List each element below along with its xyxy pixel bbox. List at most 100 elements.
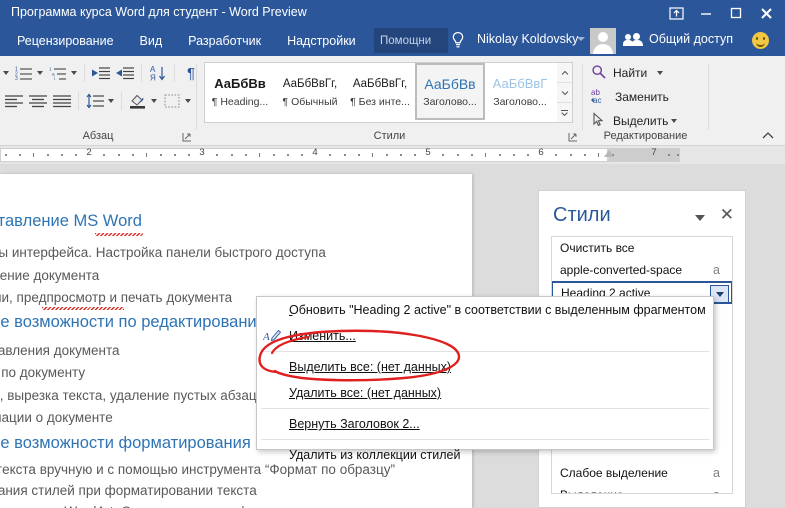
- numbering-caret-icon[interactable]: [37, 71, 43, 75]
- ruler-number: 3: [199, 147, 205, 158]
- justify-button[interactable]: [50, 90, 74, 112]
- gallery-more-icon[interactable]: [557, 103, 572, 122]
- tell-me-placeholder: Помощни: [380, 34, 432, 47]
- align-center-button[interactable]: [26, 90, 50, 112]
- select-label: Выделить: [613, 114, 669, 128]
- decrease-indent-button[interactable]: [89, 62, 113, 84]
- find-caret-icon[interactable]: [657, 71, 664, 75]
- replace-button[interactable]: ab ac Заменить: [591, 86, 669, 108]
- ruler-number: 4: [312, 147, 318, 158]
- search-icon: [591, 64, 607, 83]
- style-list-item-label: apple-converted-space: [560, 263, 683, 277]
- collapse-ribbon-icon[interactable]: [761, 129, 775, 143]
- minimize-icon[interactable]: [691, 0, 721, 26]
- menu-item-remove-from-gallery[interactable]: Удалить из коллекции стилей: [257, 442, 713, 468]
- edit-style-icon: A: [262, 327, 283, 345]
- styles-dialog-launcher-icon[interactable]: [568, 131, 578, 142]
- document-line: ...зования стилей при форматировании тек…: [0, 483, 257, 498]
- document-heading: ...вые возможности форматирования: [0, 434, 251, 452]
- replace-label: Заменить: [615, 90, 669, 104]
- find-label: Найти: [613, 66, 648, 80]
- menu-item-revert-heading[interactable]: Вернуть Заголовок 2...: [257, 411, 713, 437]
- window-controls: [661, 0, 781, 26]
- share-button[interactable]: Общий доступ: [623, 32, 733, 46]
- sort-button[interactable]: A Я: [146, 62, 170, 84]
- style-gallery-item[interactable]: АаБбВвГг, ¶ Обычный: [275, 63, 345, 120]
- tab-addins[interactable]: Надстройки: [274, 26, 369, 56]
- menu-item-select-all[interactable]: Выделить все: (нет данных): [257, 354, 713, 380]
- svg-text:3: 3: [15, 76, 18, 81]
- title-bar: Программа курса Word для студент - Word …: [0, 0, 785, 26]
- menu-separator: [261, 408, 709, 409]
- menu-item-label: Удалить все: (нет данных): [289, 386, 442, 400]
- svg-text:i: i: [54, 76, 55, 81]
- word-application-window: Программа курса Word для студент - Word …: [0, 0, 785, 508]
- menu-item-clear-all[interactable]: Удалить все: (нет данных): [257, 380, 713, 406]
- style-list-item-mark: a: [713, 263, 720, 277]
- numbering-button[interactable]: 1 2 3: [12, 62, 36, 84]
- style-gallery-item-selected[interactable]: АаБбВв Заголово...: [415, 63, 485, 120]
- style-list-item[interactable]: apple-converted-space a: [552, 259, 732, 281]
- select-cursor-icon: [591, 111, 607, 131]
- user-name-label[interactable]: Nikolay Koldovsky: [477, 32, 578, 46]
- svg-text:ac: ac: [593, 96, 601, 104]
- ribbon: 1 2 3 1 a i A Я ¶ Абзац АаБбВв ¶ Heading…: [0, 56, 785, 146]
- style-gallery-item[interactable]: АаБбВвГ Заголово...: [485, 63, 555, 120]
- menu-separator: [261, 351, 709, 352]
- ribbon-display-options-icon[interactable]: [661, 0, 691, 26]
- shading-caret-icon[interactable]: [151, 99, 157, 103]
- ribbon-group-paragraph: 1 2 3 1 a i A Я ¶ Абзац: [0, 56, 196, 145]
- align-left-button[interactable]: [2, 90, 26, 112]
- style-list-item-mark: a: [713, 466, 720, 480]
- tab-view[interactable]: Вид: [127, 26, 176, 56]
- line-spacing-caret-icon[interactable]: [108, 99, 114, 103]
- menu-item-update-style[interactable]: Обновить "Heading 2 active" в соответств…: [257, 297, 713, 323]
- window-title: Программа курса Word для студент - Word …: [11, 5, 307, 19]
- borders-button[interactable]: [160, 90, 184, 112]
- chevron-down-icon: [715, 291, 724, 297]
- style-list-item[interactable]: Выделение a: [552, 484, 732, 493]
- avatar[interactable]: [590, 28, 616, 54]
- lightbulb-icon: [450, 31, 466, 50]
- right-indent-marker[interactable]: [604, 150, 614, 157]
- ruler-number: 6: [538, 147, 544, 158]
- shading-button[interactable]: [126, 90, 150, 112]
- find-button[interactable]: Найти: [591, 62, 666, 84]
- feedback-smiley-icon[interactable]: [752, 32, 769, 49]
- paragraph-dialog-launcher-icon[interactable]: [182, 131, 192, 142]
- style-list-item[interactable]: Очистить все: [552, 237, 732, 259]
- menu-item-modify-style[interactable]: A Изменить...: [257, 323, 713, 349]
- styles-pane-title: Стили: [553, 204, 611, 226]
- gallery-scroll-up-icon[interactable]: [557, 63, 572, 83]
- multilevel-list-button[interactable]: 1 a i: [46, 62, 70, 84]
- style-gallery-item[interactable]: АаБбВв ¶ Heading...: [205, 63, 275, 120]
- tell-me-search-box[interactable]: Помощни: [374, 28, 448, 53]
- document-heading: ...дставление MS Word: [0, 212, 142, 230]
- styles-pane-close-icon[interactable]: ✕: [720, 206, 734, 223]
- horizontal-ruler[interactable]: 2 3 4 5 6 7: [0, 146, 785, 164]
- styles-pane-options-caret-icon[interactable]: [695, 215, 705, 221]
- ribbon-tabs: Рецензирование Вид Разработчик Надстройк…: [4, 26, 369, 56]
- tab-review[interactable]: Рецензирование: [4, 26, 127, 56]
- select-button[interactable]: Выделить: [591, 110, 680, 132]
- borders-caret-icon[interactable]: [185, 99, 191, 103]
- multilevel-caret-icon[interactable]: [71, 71, 77, 75]
- ruler-number: 7: [651, 147, 657, 158]
- ribbon-group-label-editing: Редактирование: [603, 130, 688, 142]
- line-spacing-button[interactable]: [83, 90, 107, 112]
- styles-gallery-scroll[interactable]: [557, 62, 573, 123]
- bullets-caret-icon[interactable]: [3, 71, 9, 75]
- style-gallery-item[interactable]: АаБбВвГг, ¶ Без инте...: [345, 63, 415, 120]
- ruler-number: 5: [425, 147, 431, 158]
- style-list-item-mark: a: [713, 488, 720, 493]
- gallery-scroll-down-icon[interactable]: [557, 83, 572, 103]
- menu-separator: [261, 439, 709, 440]
- select-caret-icon[interactable]: [671, 119, 678, 123]
- tab-developer[interactable]: Разработчик: [175, 26, 274, 56]
- close-icon[interactable]: [751, 0, 781, 26]
- restore-icon[interactable]: [721, 0, 751, 26]
- user-menu-caret-icon[interactable]: [577, 37, 585, 41]
- style-list-item-label: Выделение: [560, 488, 624, 493]
- increase-indent-button[interactable]: [113, 62, 137, 84]
- document-line: ...иск по документу: [0, 365, 86, 380]
